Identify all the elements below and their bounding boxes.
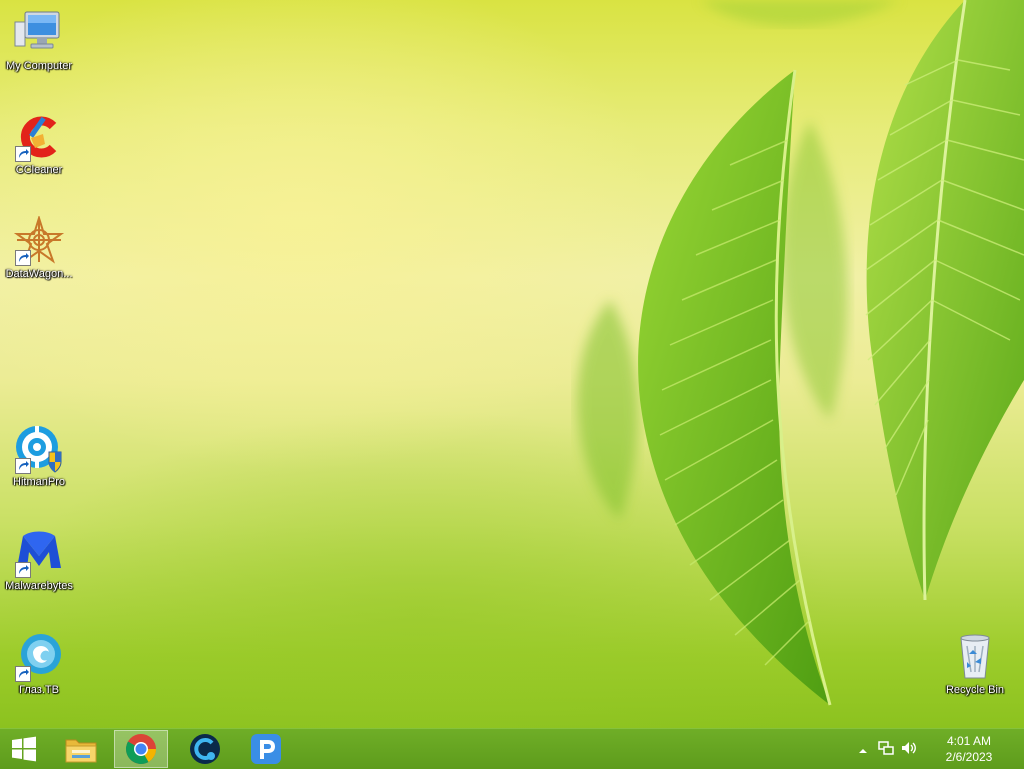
wallpaper-leaves [577, 0, 1024, 706]
clock-date: 2/6/2023 [945, 750, 993, 764]
windows-logo-icon [12, 736, 36, 762]
start-button[interactable] [0, 730, 48, 768]
desktop-icon-hitmanpro[interactable]: HitmanPro [0, 424, 78, 489]
desktop-icon-datawagon[interactable]: DataWagon... [0, 214, 78, 281]
recycle-bin-icon [949, 632, 1001, 682]
taskbar-p-app[interactable] [239, 730, 293, 768]
clock[interactable]: 4:01 AM 2/6/2023 [934, 733, 1004, 765]
glaz-tv-icon [13, 632, 65, 682]
desktop-icon-ccleaner[interactable]: CCleaner [0, 112, 78, 177]
show-hidden-icons-chevron[interactable] [858, 743, 868, 761]
desktop-icon-my-computer[interactable]: My Computer [0, 8, 78, 73]
ccleaner-browser-icon [190, 734, 220, 764]
malwarebytes-icon [13, 528, 65, 578]
taskbar[interactable]: 4:01 AM 2/6/2023 [0, 728, 1024, 769]
system-tray: 4:01 AM 2/6/2023 [854, 729, 1024, 769]
desktop-icon-label: Malwarebytes [5, 580, 73, 592]
shortcut-arrow-icon [15, 146, 31, 162]
volume-icon[interactable] [900, 740, 918, 761]
shortcut-arrow-icon [15, 666, 31, 682]
network-icon[interactable] [878, 740, 894, 761]
desktop-icon-recycle-bin[interactable]: Recycle Bin [936, 632, 1014, 697]
taskbar-ccleaner-browser[interactable] [178, 730, 232, 768]
taskbar-chrome[interactable] [114, 730, 168, 768]
taskbar-file-explorer[interactable] [54, 730, 108, 768]
pinterest-style-p-icon [251, 734, 281, 764]
chrome-icon [125, 734, 156, 765]
desktop-icon-label: DataWagon... [5, 268, 73, 280]
shortcut-arrow-icon [15, 458, 31, 474]
file-explorer-icon [65, 739, 97, 763]
desktop-icon-label: HitmanPro [13, 476, 65, 488]
desktop-icon-label: Recycle Bin [945, 684, 1005, 696]
desktop-icon-label: CCleaner [15, 164, 63, 176]
desktop[interactable]: My Computer CCleaner DataWagon... Hitman… [0, 0, 1024, 728]
datawagon-icon [13, 214, 65, 266]
desktop-icon-glaz-tv[interactable]: Глаз.ТВ [0, 632, 78, 697]
desktop-icon-label: My Computer [5, 60, 73, 72]
ccleaner-icon [13, 112, 65, 162]
desktop-icon-label: Глаз.ТВ [19, 684, 59, 696]
clock-time: 4:01 AM [946, 734, 992, 748]
shortcut-arrow-icon [15, 250, 31, 266]
shortcut-arrow-icon [15, 562, 31, 578]
computer-icon [13, 8, 65, 58]
desktop-icon-malwarebytes[interactable]: Malwarebytes [0, 528, 78, 593]
hitmanpro-icon [13, 424, 65, 474]
